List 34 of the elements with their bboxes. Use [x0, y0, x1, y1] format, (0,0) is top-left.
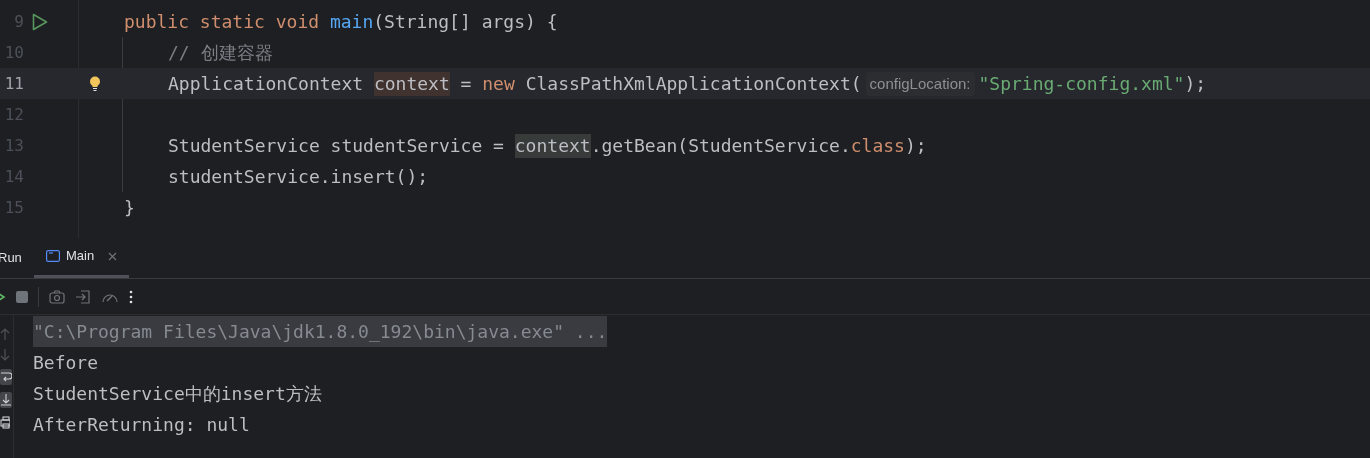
code-text: (String[] args) { — [373, 9, 558, 34]
code-text: .getBean(StudentService. — [590, 133, 851, 158]
more-icon[interactable] — [129, 289, 133, 304]
method-name: main — [329, 9, 374, 34]
code-text: ClassPathXmlApplicationContext( — [525, 71, 862, 96]
line-number: 11 — [3, 72, 24, 95]
keyword: new — [482, 71, 516, 96]
highlighted-variable: context — [514, 133, 591, 158]
code-text: ); — [904, 133, 927, 158]
scroll-to-end-icon[interactable] — [0, 392, 12, 408]
console-icon — [46, 250, 60, 262]
code-text: studentService.insert(); — [168, 164, 429, 189]
keyword: public static void — [124, 9, 321, 34]
keyword: class — [850, 133, 905, 158]
run-icon[interactable] — [32, 12, 48, 31]
camera-icon[interactable] — [49, 289, 65, 304]
parameter-hint: configLocation: — [865, 71, 975, 96]
lightbulb-icon[interactable] — [89, 76, 101, 91]
code-text: = — [459, 71, 473, 96]
code-text: StudentService studentService = — [168, 133, 505, 158]
print-icon[interactable] — [0, 415, 10, 429]
exit-icon[interactable] — [75, 288, 91, 305]
console-output: StudentService中的insert方法 — [33, 382, 322, 406]
code-comment: // 创建容器 — [168, 40, 273, 65]
highlighted-variable: context — [373, 71, 450, 96]
console-output: AfterReturning: null — [33, 413, 250, 437]
wrap-icon[interactable] — [0, 369, 12, 385]
code-text: ); — [1184, 71, 1207, 96]
code-text: } — [124, 195, 135, 220]
stop-icon[interactable] — [16, 290, 28, 303]
string-literal: "Spring-config.xml" — [978, 71, 1185, 96]
console-output: Before — [33, 351, 99, 375]
code-text: ApplicationContext — [168, 71, 365, 96]
close-icon[interactable] — [108, 251, 118, 261]
